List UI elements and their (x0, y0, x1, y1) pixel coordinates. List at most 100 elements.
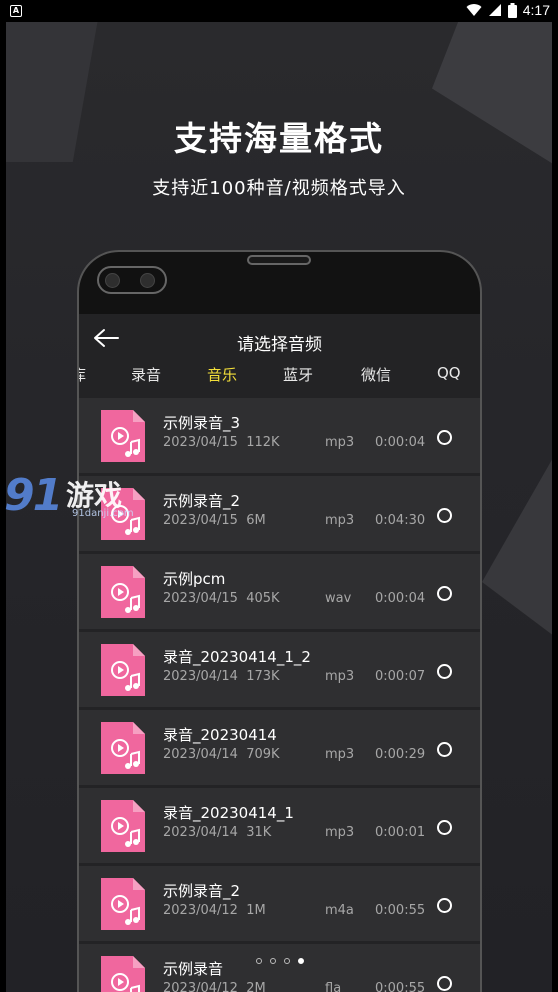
page-dot[interactable] (270, 958, 276, 964)
file-format: mp3 (325, 747, 355, 762)
audio-file-icon (101, 800, 145, 852)
page-dot[interactable] (284, 958, 290, 964)
audio-file-icon (101, 956, 145, 992)
file-size: 1M (246, 903, 266, 918)
status-icons: 4:17 (466, 2, 550, 18)
file-date: 2023/04/15 (163, 591, 238, 606)
file-duration: 0:00:55 (375, 903, 426, 918)
file-size: 173K (246, 669, 280, 684)
file-date: 2023/04/14 (163, 669, 238, 684)
tab-item[interactable]: 音乐 (207, 364, 237, 385)
file-duration: 0:00:55 (375, 981, 426, 992)
file-duration: 0:00:01 (375, 825, 426, 840)
page-dot[interactable] (298, 958, 304, 964)
file-date: 2023/04/12 (163, 903, 238, 918)
audio-file-icon (101, 722, 145, 774)
file-size: 31K (246, 825, 272, 840)
file-format: m4a (325, 903, 354, 918)
audio-file-icon (101, 878, 145, 930)
select-radio[interactable] (437, 820, 452, 835)
file-name: 录音_20230414 (163, 726, 277, 744)
file-name: 示例录音_2 (163, 882, 241, 900)
file-duration: 0:00:04 (375, 435, 426, 450)
tab-item[interactable]: 微信 (361, 364, 391, 385)
phone-mockup: 请选择音频 库 录音 音乐 蓝牙 微信 QQ 示例录音_3 2023/04/15 112K… (77, 250, 482, 992)
file-date: 2023/04/15 (163, 435, 238, 450)
category-tabs: 库 录音 音乐 蓝牙 微信 QQ (79, 362, 480, 396)
audio-file-icon (101, 644, 145, 696)
signal-icon (488, 4, 501, 16)
file-row[interactable]: 示例录音 2023/04/12 2M fla 0:00:55 (79, 944, 480, 992)
file-size: 2M (246, 981, 266, 992)
wifi-icon (466, 4, 482, 17)
file-format: mp3 (325, 669, 355, 684)
select-radio[interactable] (437, 976, 452, 991)
select-radio[interactable] (437, 742, 452, 757)
audio-file-icon (101, 410, 145, 462)
bg-shape (482, 442, 552, 642)
file-name: 示例录音_2 (163, 492, 241, 510)
file-row[interactable]: 录音_20230414_1_2 2023/04/14 173K mp3 0:00… (79, 632, 480, 707)
file-meta: 2023/04/14 173K (163, 669, 280, 684)
file-duration: 0:04:30 (375, 513, 426, 528)
file-format: fla (325, 981, 342, 992)
tab-item[interactable]: 录音 (131, 364, 161, 385)
file-row[interactable]: 示例录音_3 2023/04/15 112K mp3 0:00:04 (79, 398, 480, 473)
file-format: mp3 (325, 825, 355, 840)
promo-headline: 支持海量格式 (174, 119, 384, 158)
file-date: 2023/04/15 (163, 513, 238, 528)
file-format: wav (325, 591, 352, 606)
camera-lens (105, 273, 120, 288)
file-date: 2023/04/12 (163, 981, 238, 992)
select-radio[interactable] (437, 586, 452, 601)
select-radio[interactable] (437, 898, 452, 913)
status-bar: A 4:17 (0, 0, 558, 22)
file-row[interactable]: 录音_20230414 2023/04/14 709K mp3 0:00:29 (79, 710, 480, 785)
file-date: 2023/04/14 (163, 747, 238, 762)
file-duration: 0:00:29 (375, 747, 426, 762)
file-date: 2023/04/14 (163, 825, 238, 840)
tab-item[interactable]: 库 (79, 364, 86, 385)
audio-file-icon (101, 566, 145, 618)
file-format: mp3 (325, 435, 355, 450)
file-duration: 0:00:07 (375, 669, 426, 684)
page-dot[interactable] (256, 958, 262, 964)
select-radio[interactable] (437, 664, 452, 679)
promo-subline: 支持近100种音/视频格式导入 (152, 178, 406, 199)
title-bar: 请选择音频 (79, 314, 480, 362)
file-format: mp3 (325, 513, 355, 528)
file-name: 示例录音_3 (163, 414, 241, 432)
battery-icon (507, 2, 517, 18)
clock: 4:17 (522, 2, 550, 18)
file-meta: 2023/04/12 2M (163, 981, 266, 992)
file-size: 405K (246, 591, 280, 606)
camera-lens (140, 273, 155, 288)
file-meta: 2023/04/14 31K (163, 825, 271, 840)
app-screen: 请选择音频 库 录音 音乐 蓝牙 微信 QQ 示例录音_3 2023/04/15 112K… (79, 314, 480, 992)
file-duration: 0:00:04 (375, 591, 426, 606)
page-indicator (256, 958, 304, 964)
tab-item[interactable]: 蓝牙 (283, 364, 313, 385)
file-name: 示例录音 (163, 960, 224, 978)
file-size: 709K (246, 747, 280, 762)
file-meta: 2023/04/12 1M (163, 903, 266, 918)
file-row[interactable]: 示例录音_2 2023/04/12 1M m4a 0:00:55 (79, 866, 480, 941)
file-meta: 2023/04/15 6M (163, 513, 266, 528)
file-size: 6M (246, 513, 266, 528)
file-row[interactable]: 录音_20230414_1 2023/04/14 31K mp3 0:00:01 (79, 788, 480, 863)
audio-file-icon (101, 488, 145, 540)
notification-badge-icon: A (10, 5, 22, 17)
file-name: 示例pcm (163, 570, 226, 588)
file-meta: 2023/04/15 405K (163, 591, 280, 606)
speaker-grille (247, 255, 311, 265)
page-title: 请选择音频 (237, 335, 322, 355)
file-meta: 2023/04/14 709K (163, 747, 280, 762)
tab-item[interactable]: QQ (437, 364, 461, 382)
file-meta: 2023/04/15 112K (163, 435, 280, 450)
camera-module (97, 266, 167, 294)
select-radio[interactable] (437, 430, 452, 445)
file-size: 112K (246, 435, 280, 450)
select-radio[interactable] (437, 508, 452, 523)
file-row[interactable]: 示例录音_2 2023/04/15 6M mp3 0:04:30 (79, 476, 480, 551)
file-row[interactable]: 示例pcm 2023/04/15 405K wav 0:00:04 (79, 554, 480, 629)
